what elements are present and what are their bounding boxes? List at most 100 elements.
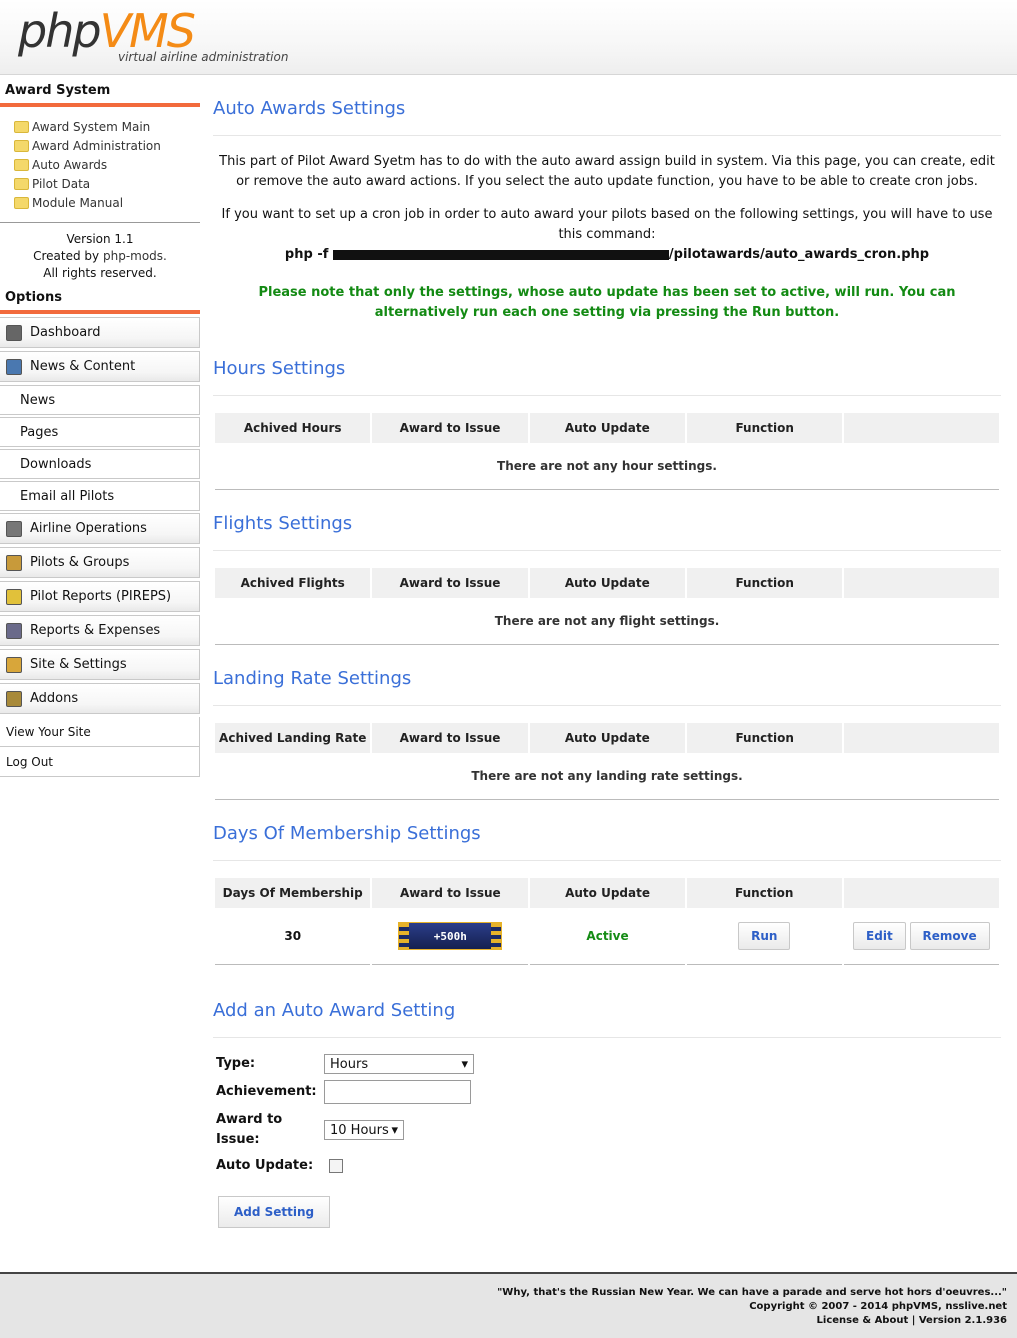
col-header: Award to Issue	[372, 413, 528, 443]
created-by-text: Created by	[33, 249, 100, 263]
view-site-link[interactable]: View Your Site	[0, 717, 200, 747]
folder-icon	[14, 177, 29, 190]
logo-php-text: php	[18, 4, 102, 58]
flights-section: Flights Settings Achived Flights Award t…	[213, 490, 1001, 645]
menu-addons[interactable]: Addons	[0, 683, 200, 714]
col-header: Function	[686, 723, 843, 753]
menu-dashboard[interactable]: Dashboard	[0, 317, 200, 348]
expenses-icon	[6, 622, 22, 639]
addons-icon	[6, 690, 22, 707]
main-content: Auto Awards Settings This part of Pilot …	[213, 75, 1001, 1228]
chevron-down-icon: ▾	[391, 1122, 398, 1138]
award-cell: +500h	[372, 908, 529, 965]
award-badge-image: +500h	[398, 922, 503, 950]
menu-label: Pilots & Groups	[30, 555, 130, 570]
menu-label: Email all Pilots	[20, 488, 115, 504]
submenu-pages[interactable]: Pages	[0, 417, 200, 447]
auto-update-label: Auto Update:	[216, 1158, 314, 1173]
col-header	[844, 568, 999, 598]
award-link-auto-awards[interactable]: Auto Awards	[14, 155, 200, 174]
submenu-news[interactable]: News	[0, 385, 200, 415]
version-info: Version 1.1 Created by php-mods. All rig…	[0, 223, 200, 288]
cmd-suffix: /pilotawards/auto_awards_cron.php	[668, 247, 930, 262]
add-section: Add an Auto Award Setting Type: Hours ▾ A…	[213, 977, 1001, 1228]
award-link-main[interactable]: Award System Main	[14, 117, 200, 136]
days-section: Days Of Membership Settings Days Of Memb…	[213, 800, 1001, 965]
add-title: Add an Auto Award Setting	[213, 977, 1001, 1038]
days-title: Days Of Membership Settings	[213, 800, 1001, 861]
award-links: Award System Main Award Administration A…	[0, 107, 200, 223]
col-header: Award to Issue	[372, 723, 528, 753]
intro-paragraph-2: If you want to set up a cron job in orde…	[221, 207, 993, 242]
folder-icon	[14, 196, 29, 209]
landing-title: Landing Rate Settings	[213, 645, 1001, 706]
award-link-label: Module Manual	[32, 195, 124, 210]
empty-message: There are not any landing rate settings.	[215, 753, 999, 800]
menu-label: Pilot Reports (PIREPS)	[30, 589, 172, 604]
col-header: Achived Flights	[215, 568, 371, 598]
menu-airline-operations[interactable]: Airline Operations	[0, 513, 200, 544]
menu-label: News & Content	[30, 359, 136, 374]
menu-pilots-groups[interactable]: Pilots & Groups	[0, 547, 200, 578]
days-table: Days Of Membership Award to Issue Auto U…	[213, 878, 1001, 965]
award-link-module-manual[interactable]: Module Manual	[14, 193, 200, 212]
col-header: Days Of Membership	[215, 878, 371, 908]
dashboard-icon	[6, 324, 22, 341]
note-text: Please note that only the settings, whos…	[258, 285, 956, 320]
menu-news-content[interactable]: News & Content	[0, 351, 200, 382]
footer-license[interactable]: License & About | Version 2.1.936	[497, 1314, 1007, 1328]
footer-copyright[interactable]: Copyright © 2007 - 2014 phpVMS, nsslive.…	[497, 1300, 1007, 1314]
hours-title: Hours Settings	[213, 335, 1001, 396]
menu-label: Dashboard	[30, 325, 101, 340]
award-label: Award to Issue:	[216, 1112, 283, 1147]
flights-table: Achived Flights Award to Issue Auto Upda…	[213, 568, 1001, 645]
php-mods-link[interactable]: php-mods.	[103, 249, 167, 263]
achievement-input[interactable]	[324, 1080, 471, 1104]
version-text: Version 1.1	[66, 232, 134, 246]
menu-label: Site & Settings	[30, 657, 127, 672]
menu-label: Downloads	[20, 456, 92, 472]
award-link-label: Auto Awards	[32, 157, 108, 172]
tagline: virtual airline administration	[118, 50, 289, 64]
flights-title: Flights Settings	[213, 490, 1001, 551]
type-select[interactable]: Hours ▾	[324, 1054, 474, 1074]
sidebar: Award System Award System Main Award Adm…	[0, 75, 200, 777]
submenu-downloads[interactable]: Downloads	[0, 449, 200, 479]
menu-label: Log Out	[6, 754, 54, 769]
add-setting-button[interactable]: Add Setting	[218, 1196, 331, 1228]
award-select[interactable]: 10 Hours ▾	[324, 1120, 404, 1140]
type-value: Hours	[330, 1056, 369, 1072]
award-link-label: Pilot Data	[32, 176, 91, 191]
page-title: Auto Awards Settings	[213, 75, 1001, 136]
auto-update-checkbox[interactable]	[329, 1159, 343, 1173]
hours-section: Hours Settings Achived Hours Award to Is…	[213, 335, 1001, 490]
col-header: Award to Issue	[372, 878, 529, 908]
menu-site-settings[interactable]: Site & Settings	[0, 649, 200, 680]
logout-link[interactable]: Log Out	[0, 747, 200, 777]
landing-table: Achived Landing Rate Award to Issue Auto…	[213, 723, 1001, 800]
header: phpVMS virtual airline administration	[0, 0, 1017, 75]
actions-cell: Edit Remove	[843, 908, 999, 965]
settings-icon	[6, 656, 22, 673]
options-title: Options	[0, 288, 200, 314]
menu-label: View Your Site	[6, 724, 91, 739]
menu-pireps[interactable]: Pilot Reports (PIREPS)	[0, 581, 200, 612]
submenu-email-pilots[interactable]: Email all Pilots	[0, 481, 200, 511]
footer: "Why, that's the Russian New Year. We ca…	[0, 1272, 1017, 1338]
award-link-pilot-data[interactable]: Pilot Data	[14, 174, 200, 193]
menu-label: Addons	[30, 691, 79, 706]
run-button[interactable]: Run	[738, 922, 791, 950]
remove-button[interactable]: Remove	[909, 922, 990, 950]
col-header	[843, 878, 999, 908]
redacted-path	[332, 249, 669, 260]
menu-reports-expenses[interactable]: Reports & Expenses	[0, 615, 200, 646]
edit-button[interactable]: Edit	[853, 922, 906, 950]
menu-label: Airline Operations	[30, 521, 147, 536]
col-header: Function	[686, 878, 842, 908]
award-link-administration[interactable]: Award Administration	[14, 136, 200, 155]
reports-icon	[6, 588, 22, 605]
col-header: Achived Landing Rate	[215, 723, 371, 753]
col-header: Award to Issue	[372, 568, 528, 598]
type-label: Type:	[216, 1056, 256, 1071]
award-link-label: Award System Main	[32, 119, 151, 134]
